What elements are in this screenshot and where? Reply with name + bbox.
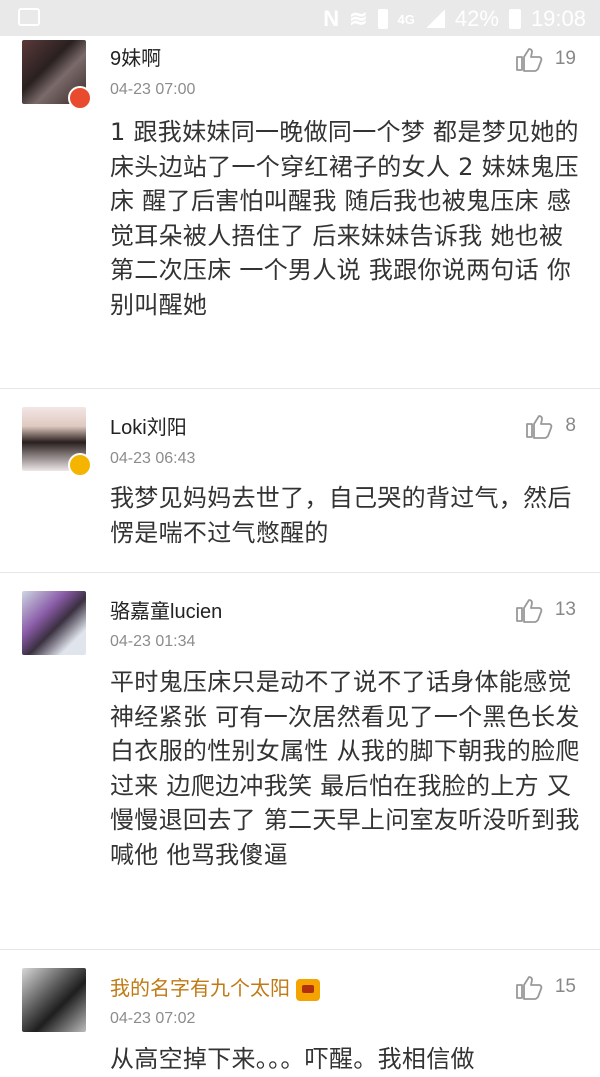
- nfc-icon: N: [323, 6, 340, 31]
- comment-item: 9妹啊 04-23 07:00 19 1 跟我妹妹同一晚做同一个梦 都是梦见她的…: [0, 36, 600, 389]
- comment-item: 骆嘉童lucien 04-23 01:34 13 平时鬼压床只是动不了说不了话身…: [0, 573, 600, 950]
- comment-text: 我梦见妈妈去世了，自己哭的背过气，然后愣是喘不过气憋醒的: [110, 484, 572, 547]
- thumbs-up-icon: [526, 415, 553, 439]
- thumbs-up-icon: [515, 599, 543, 623]
- vip-crown-icon: [296, 978, 320, 1001]
- gallery-icon: [18, 8, 40, 26]
- username[interactable]: Loki刘阳: [110, 411, 187, 440]
- like-count: 8: [565, 415, 576, 436]
- thumbs-up-icon: [515, 48, 543, 72]
- thumbs-up-icon: [515, 976, 543, 1000]
- verified-badge-icon: [68, 86, 92, 110]
- comment-time: 04-23 07:02: [110, 1010, 196, 1027]
- battery-icon: [508, 9, 521, 29]
- username[interactable]: 我的名字有九个太阳: [110, 978, 290, 1000]
- sim-icon: [377, 9, 388, 29]
- like-button[interactable]: 8: [525, 413, 576, 439]
- like-count: 19: [554, 48, 576, 69]
- battery-percent: 42%: [454, 6, 499, 31]
- wifi-icon: ≋: [349, 6, 368, 31]
- username-row: 我的名字有九个太阳: [110, 972, 320, 1001]
- comment-time: 04-23 06:43: [110, 450, 196, 467]
- avatar[interactable]: [22, 591, 86, 655]
- like-count: 13: [554, 599, 576, 620]
- comment-time: 04-23 01:34: [110, 633, 196, 650]
- like-button[interactable]: 15: [515, 974, 576, 1000]
- signal-icon: [424, 10, 445, 28]
- clock: 19:08: [530, 6, 586, 31]
- verified-badge-icon: [68, 453, 92, 477]
- comment-item: Loki刘阳 04-23 06:43 8 我梦见妈妈去世了，自己哭的背过气，然后…: [0, 389, 600, 573]
- like-button[interactable]: 19: [515, 46, 576, 72]
- comment-text: 从高空掉下来。。。吓醒。我相信做: [110, 1045, 475, 1073]
- comment-time: 04-23 07:00: [110, 81, 196, 98]
- comment-item: 我的名字有九个太阳 04-23 07:02 15 从高空掉下来。。。吓醒。我相信…: [0, 950, 600, 1073]
- avatar[interactable]: [22, 968, 86, 1032]
- status-bar-right: N ≋ 4G 42% 19:08: [323, 6, 586, 32]
- username[interactable]: 骆嘉童lucien: [110, 595, 222, 624]
- comment-text: 1 跟我妹妹同一晚做同一个梦 都是梦见她的床头边站了一个穿红裙子的女人 2 妹妹…: [110, 118, 579, 319]
- status-bar: N ≋ 4G 42% 19:08: [0, 0, 600, 36]
- like-count: 15: [554, 976, 576, 997]
- network-type: 4G: [397, 11, 415, 27]
- comment-text: 平时鬼压床只是动不了说不了话身体能感觉 神经紧张 可有一次居然看见了一个黑色长发…: [110, 668, 580, 869]
- username[interactable]: 9妹啊: [110, 42, 161, 71]
- like-button[interactable]: 13: [515, 597, 576, 623]
